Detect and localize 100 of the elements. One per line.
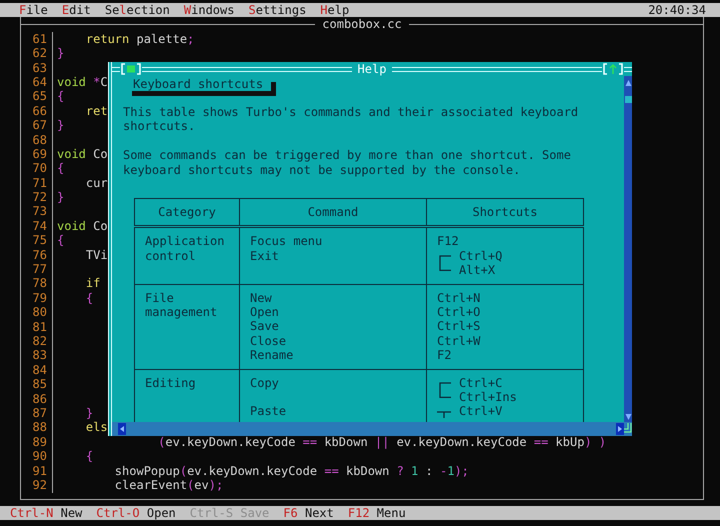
code-line: clearEvent(ev); [114,478,224,492]
code-line: showPopup(ev.keyDown.keyCode == kbDown ? 1 : -1); [114,464,469,478]
command-name: Paste [250,404,286,418]
shortcut-key: F2 [437,348,452,363]
line-number: 69 [32,146,47,162]
column-header: Category [158,205,216,220]
command-name: Rename [250,348,294,362]
line-number: 87 [32,406,47,420]
menu-item[interactable]: Edit [54,3,98,18]
code-line: cur [84,176,108,190]
scroll-left-icon[interactable] [118,423,126,435]
column-header: Command [308,205,358,220]
line-number: 65 [32,89,47,104]
line-number: 68 [32,132,47,147]
line-number: 86 [32,392,47,406]
shortcut-key: Ctrl+O [437,305,480,320]
menu-item[interactable]: Settings [241,3,314,18]
line-number: 70 [32,161,47,176]
code-line: { [84,290,94,305]
code-line: { [57,233,64,248]
line-number: 67 [32,118,47,133]
status-item[interactable]: Ctrl-O Open [96,506,176,520]
menu-item[interactable]: Windows [176,3,242,18]
scroll-up-icon[interactable] [624,78,632,88]
code-line: void *C [57,74,108,89]
shortcut-key: Ctrl+S [437,319,480,334]
shortcut-key: Ctrl+C [459,376,517,390]
status-item[interactable]: Ctrl-N New [10,506,82,520]
bracket-icon [437,382,451,398]
shortcut-key: Ctrl+V [459,404,502,419]
line-number: 79 [32,290,47,306]
command-name: New [250,290,272,305]
code-line: if [84,276,100,290]
code-line: (ev.keyDown.keyCode == kbDown || ev.keyDown.keyCode == kbUp) ) [157,434,606,449]
shortcut-key: Ctrl+N [437,290,480,305]
clock-text: 20:40:34 [648,3,707,18]
code-line: } [57,190,64,204]
code-line: } [57,118,64,132]
help-paragraph: Some commands can be triggered by more than one shortcut. Some keyboard shortcuts may not be supported by the console. [123,148,572,178]
command-name: Open [250,305,279,319]
line-number: 78 [32,276,47,291]
bracket-icon [437,255,451,272]
line-number: 61 [32,32,47,46]
window-title: combobox.cc [321,17,403,32]
maximize-button[interactable] [602,62,624,76]
window-title: Help [356,62,388,76]
close-button[interactable] [120,62,142,76]
line-number: 84 [32,362,47,378]
line-number: 76 [32,248,47,262]
shortcut-key: Ctrl+Q [459,248,502,264]
shortcut-key: Alt+X [459,263,502,278]
code-line: void Co [57,146,108,161]
line-number: 82 [32,334,47,348]
code-line: } [84,406,94,420]
command-name: Close [250,334,286,348]
line-number: 71 [32,176,47,190]
status-item[interactable]: F6 Next [283,506,334,520]
line-number: 92 [32,478,47,492]
line-number: 66 [32,104,47,118]
scroll-thumb[interactable] [624,96,632,103]
scroll-down-icon[interactable] [624,412,632,422]
menu-item[interactable]: Selection [98,3,177,18]
code-line: { [84,449,94,464]
code-line: return palette; [84,32,194,46]
line-number: 85 [32,377,47,392]
line-number: 83 [32,348,47,363]
shortcut-key: Ctrl+Ins [459,390,517,404]
help-paragraph: This table shows Turbo's commands and their associated keyboard shortcuts. [123,105,580,134]
vertical-scrollbar[interactable] [624,76,632,422]
column-header: Shortcuts [472,205,538,220]
code-line: } [57,46,64,60]
menu-item[interactable]: File [12,3,55,18]
line-number: 80 [32,305,47,320]
command-name: Copy [250,376,279,390]
code-line: TVi [84,248,108,262]
code-line: ret [84,104,108,118]
command-name: Exit [250,248,279,263]
line-number: 90 [32,449,47,464]
line-number: 72 [32,190,47,204]
status-item[interactable]: F12 Menu [348,506,406,520]
line-number: 64 [32,74,47,90]
code-line: void Co [57,218,108,233]
line-number: 74 [32,218,47,234]
menu-item[interactable]: Help [313,3,356,18]
line-number: 89 [32,434,47,450]
shortcut-key: F12 [437,234,459,249]
line-number: 63 [32,60,47,75]
line-number: 62 [32,46,47,61]
line-number: 91 [32,464,47,478]
code-line: { [57,161,64,176]
resize-corner-icon[interactable] [624,423,632,435]
line-number: 88 [32,420,47,435]
horizontal-scrollbar[interactable] [112,422,632,436]
command-name: Save [250,319,279,334]
bracket-icon [437,410,451,418]
line-number: 77 [32,262,47,276]
category-name: Editing [145,376,197,390]
scroll-right-icon[interactable] [616,423,624,435]
shortcut-key: Ctrl+W [437,334,480,348]
command-name: Focus menu [250,234,322,248]
